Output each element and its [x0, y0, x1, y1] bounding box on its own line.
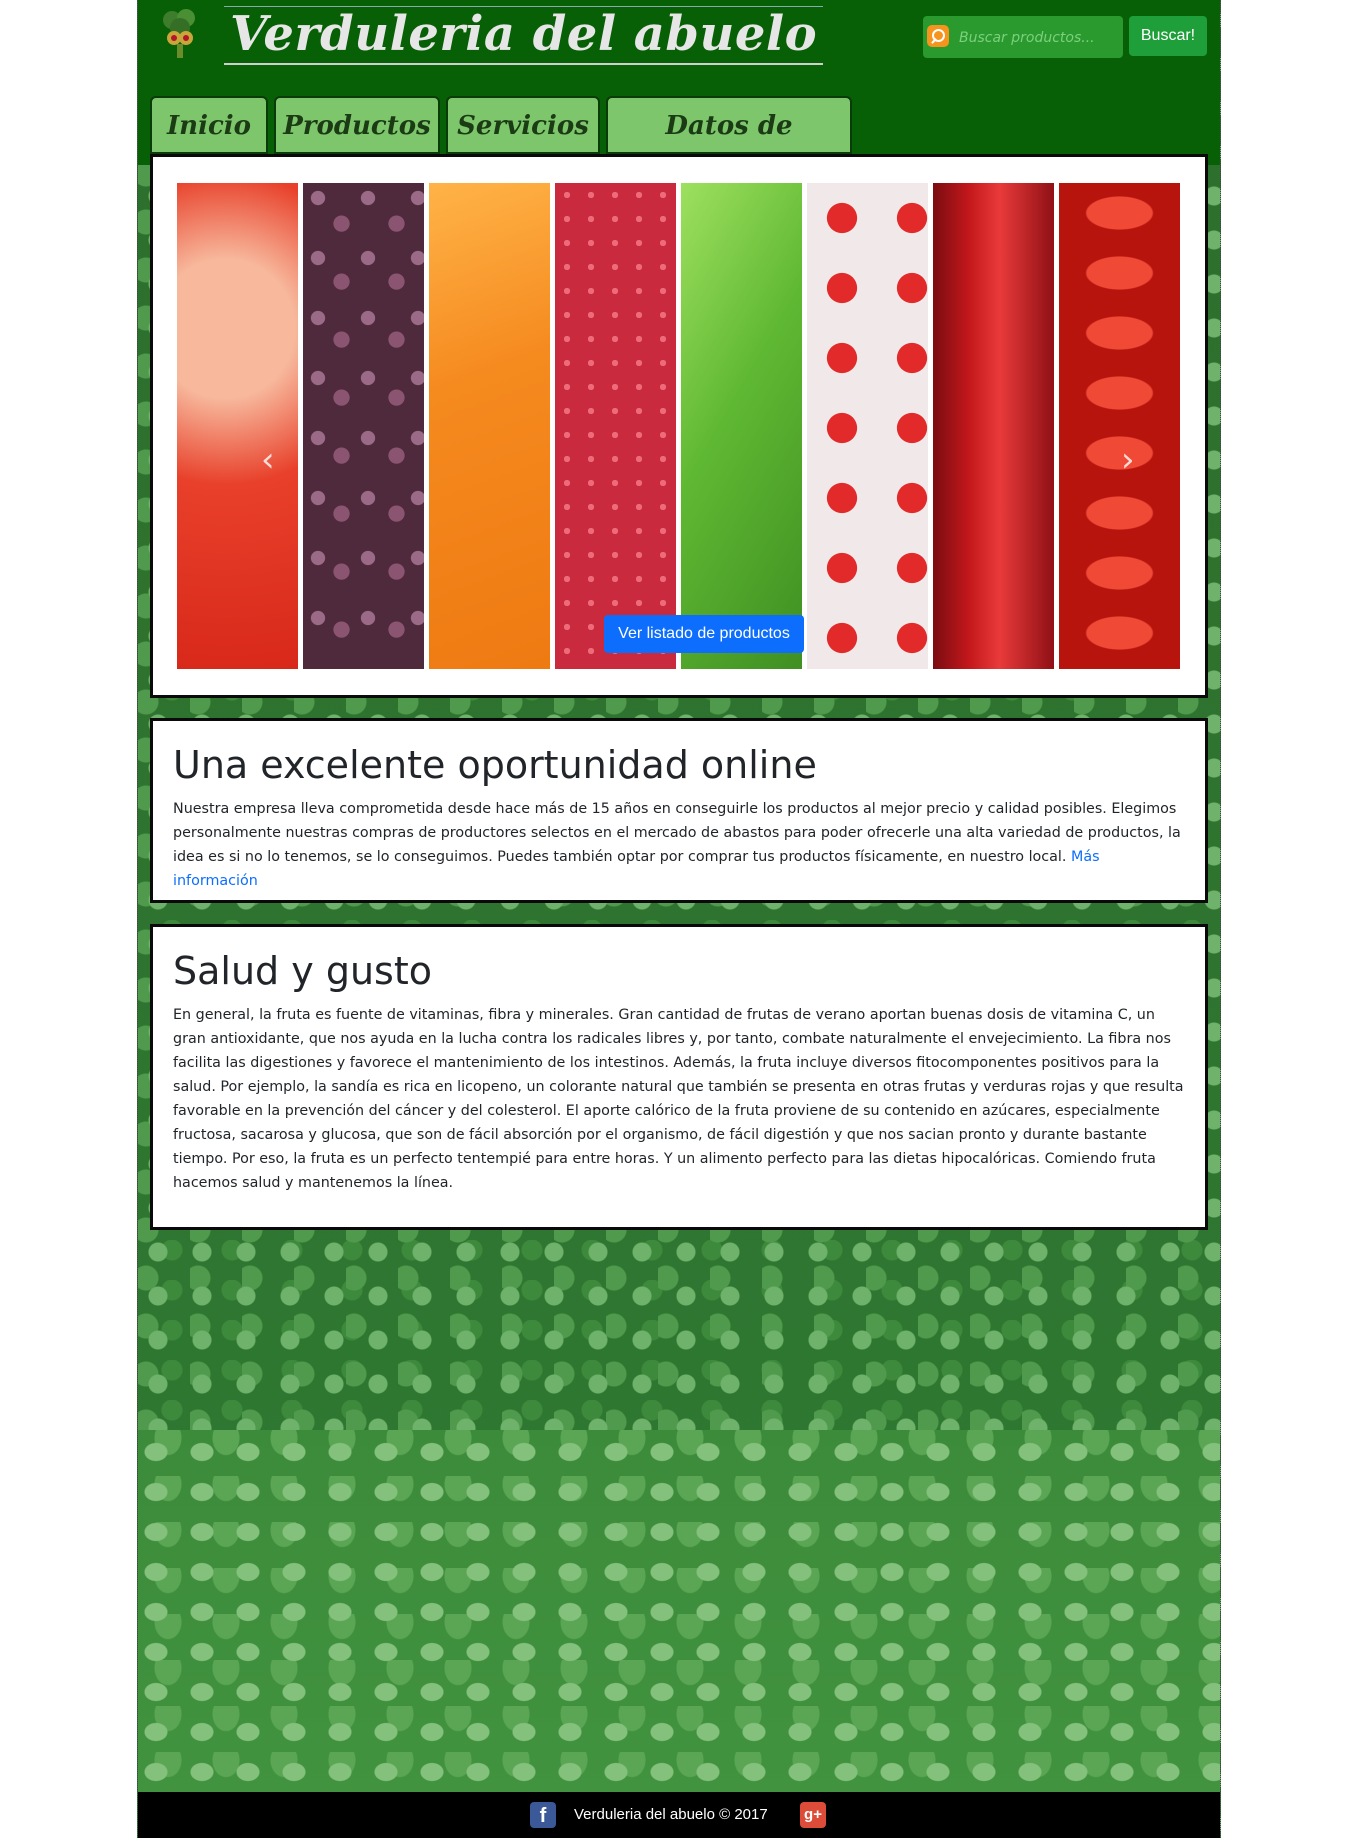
chevron-left-icon[interactable]: ‹	[261, 443, 275, 477]
section-title: Una excelente oportunidad online	[173, 743, 817, 787]
section-body: Nuestra empresa lleva comprometida desde…	[173, 797, 1185, 893]
section-card-salud: Salud y gusto En general, la fruta es fu…	[150, 924, 1208, 1230]
carousel-indicator-1[interactable]	[649, 671, 679, 674]
fruit-strip-raspberry	[555, 183, 676, 669]
site-container: Verduleria del abuelo Buscar! Inicio Pro…	[137, 0, 1221, 1838]
header: Verduleria del abuelo Buscar! Inicio Pro…	[138, 0, 1220, 197]
tab-productos[interactable]: Productos	[274, 96, 440, 154]
fruit-strip-grapes	[303, 183, 424, 669]
google-plus-icon[interactable]: g+	[800, 1802, 826, 1828]
tab-servicios[interactable]: Servicios	[446, 96, 600, 154]
view-products-button[interactable]: Ver listado de productos	[604, 615, 804, 653]
tab-inicio[interactable]: Inicio	[150, 96, 268, 154]
background-leaves	[138, 1430, 1220, 1792]
fruit-strip-squash	[429, 183, 550, 669]
site-title[interactable]: Verduleria del abuelo	[224, 6, 824, 65]
fruit-strip-lettuce	[681, 183, 802, 669]
broccoli-logo-icon[interactable]	[158, 8, 202, 60]
section-title: Salud y gusto	[173, 949, 432, 993]
search-input[interactable]	[957, 26, 1121, 50]
carousel: ‹ › Ver listado de productos	[150, 154, 1208, 698]
carousel-indicator-3[interactable]	[717, 671, 747, 674]
carousel-slide-image: ‹ › Ver listado de productos	[177, 183, 1181, 674]
section-card-online: Una excelente oportunidad online Nuestra…	[150, 718, 1208, 903]
fruit-strip-tomatoes	[1059, 183, 1180, 669]
search-box	[923, 16, 1123, 58]
section-body-text: En general, la fruta es fuente de vitami…	[173, 1007, 1184, 1191]
fruit-strip-cherries	[807, 183, 928, 669]
facebook-icon[interactable]: f	[530, 1802, 556, 1828]
tab-datos-de-contacto[interactable]: Datos de contacto	[606, 96, 852, 197]
footer-copyright: Verduleria del abuelo © 2017	[574, 1806, 768, 1823]
carousel-indicator-2[interactable]	[683, 671, 713, 674]
chevron-right-icon[interactable]: ›	[1121, 443, 1135, 477]
fruit-strip-pepper	[933, 183, 1054, 669]
search-icon[interactable]	[927, 25, 949, 47]
section-body-text: Nuestra empresa lleva comprometida desde…	[173, 801, 1181, 865]
search-button[interactable]: Buscar!	[1129, 16, 1207, 56]
footer: f Verduleria del abuelo © 2017 g+	[138, 1792, 1220, 1838]
fruit-strip-tomato	[177, 183, 298, 669]
